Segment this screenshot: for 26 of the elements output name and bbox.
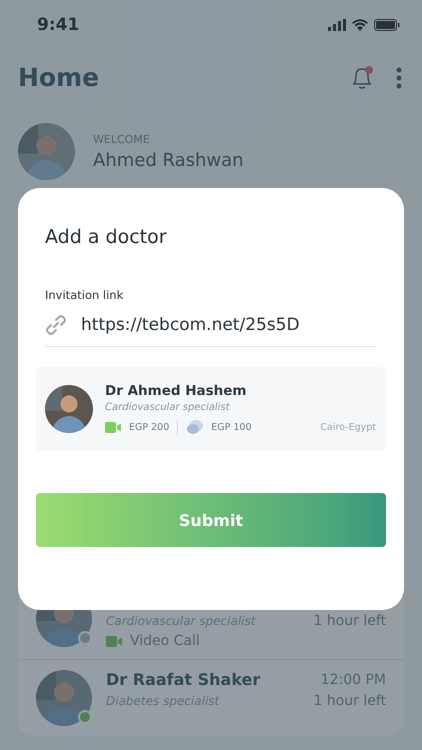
page-title: Home (18, 63, 100, 92)
battery-icon (374, 19, 400, 31)
wifi-icon (352, 19, 368, 31)
doctor-specialty: Cardiovascular specialist (105, 402, 231, 413)
field-label: Invitation link (44, 288, 124, 302)
time-remaining: 1 hour left (313, 613, 386, 629)
chat-price: EGP 100 (211, 422, 252, 433)
link-icon (45, 314, 67, 336)
more-options-icon[interactable] (396, 66, 402, 88)
doctor-name: Dr Raafat Shaker (106, 670, 260, 689)
user-name: Ahmed Rashwan (93, 150, 244, 170)
status-time: 9:41 (37, 15, 80, 35)
invitation-link-field[interactable]: https://tebcom.net/25s5D (81, 315, 371, 335)
doctor-name: Dr Ahmed Hashem (105, 383, 248, 399)
welcome-label: WELCOME (93, 132, 151, 146)
video-price: EGP 200 (129, 422, 170, 433)
video-camera-icon (106, 636, 122, 646)
video-camera-icon (105, 422, 121, 433)
call-type: Video Call (130, 633, 200, 649)
time-remaining: 1 hour left (313, 693, 386, 709)
notification-bell-icon[interactable] (350, 64, 374, 90)
dialog-title: Add a doctor (44, 226, 168, 248)
signal-icon (328, 19, 346, 31)
chat-bubbles-icon (186, 420, 204, 435)
doctor-location: Cairo-Egypt (320, 422, 376, 433)
appointment-time: 12:00 PM (320, 672, 386, 688)
